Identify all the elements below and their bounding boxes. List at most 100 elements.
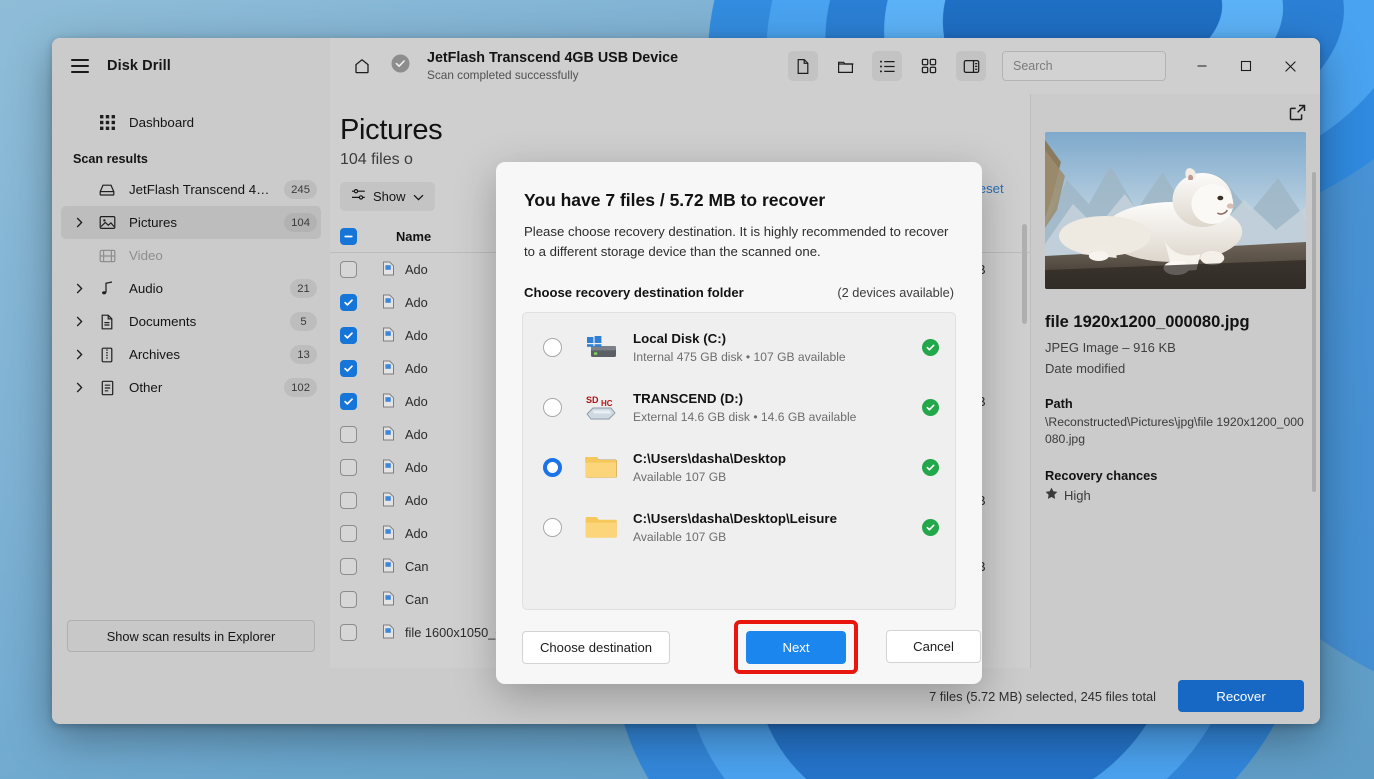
chevron-right-icon[interactable] (73, 283, 85, 294)
destination-radio[interactable] (543, 397, 562, 417)
sidebar-item-count: 102 (284, 378, 317, 397)
title-bar-right: JetFlash Transcend 4GB USB Device Scan c… (330, 38, 1320, 94)
row-checkbox[interactable] (340, 459, 357, 476)
sidebar-item-count: 13 (290, 345, 317, 364)
row-checkbox[interactable] (340, 360, 357, 377)
sidebar-item-other[interactable]: Other 102 (61, 371, 321, 404)
chevron-right-icon[interactable] (73, 217, 85, 228)
table-scrollbar[interactable] (1022, 224, 1027, 324)
svg-text:SD: SD (586, 395, 599, 405)
recover-button[interactable]: Recover (1178, 680, 1304, 712)
file-view-icon[interactable] (788, 51, 818, 81)
destination-radio[interactable] (543, 457, 562, 477)
row-checkbox[interactable] (340, 525, 357, 542)
cancel-button[interactable]: Cancel (886, 630, 981, 663)
row-checkbox[interactable] (340, 591, 357, 608)
close-button[interactable] (1268, 47, 1312, 85)
sidebar-item-archives[interactable]: Archives 13 (61, 338, 321, 371)
check-circle-green-icon (922, 398, 939, 416)
destination-row-leisure[interactable]: C:\Users\dasha\Desktop\Leisure Available… (523, 497, 955, 557)
preview-pane-icon[interactable] (956, 51, 986, 81)
sidebar-item-count: 104 (284, 213, 317, 232)
sidebar-item-label: Archives (129, 347, 180, 362)
sidebar-item-pictures[interactable]: Pictures 104 (61, 206, 321, 239)
destination-row-local-disk[interactable]: Local Disk (C:) Internal 475 GB disk • 1… (523, 317, 955, 377)
sidebar-item-count: 245 (284, 180, 317, 199)
destination-sub: Available 107 GB (633, 470, 727, 484)
choose-destination-button[interactable]: Choose destination (522, 630, 670, 664)
row-checkbox-cell (340, 426, 378, 443)
row-checkbox[interactable] (340, 294, 357, 311)
file-name: Ado (405, 262, 428, 277)
file-name: Ado (405, 460, 428, 475)
sidebar-item-label: Documents (129, 314, 197, 329)
search-box[interactable] (1002, 51, 1174, 81)
chevron-right-icon[interactable] (73, 316, 85, 327)
preview-date-modified: Date modified (1045, 361, 1126, 376)
row-checkbox[interactable] (340, 492, 357, 509)
check-circle-icon (391, 54, 410, 78)
chevron-right-icon[interactable] (73, 349, 85, 360)
destination-radio[interactable] (543, 517, 562, 537)
jpeg-file-icon (382, 294, 395, 312)
window-controls (1180, 47, 1312, 85)
select-all-checkbox[interactable] (340, 227, 357, 245)
list-view-icon[interactable] (872, 51, 902, 81)
maximize-button[interactable] (1224, 47, 1268, 85)
folder-icon (581, 514, 621, 540)
search-input[interactable] (1013, 59, 1174, 73)
destination-radio[interactable] (543, 337, 562, 357)
jpeg-file-icon (382, 261, 395, 279)
chevron-down-icon (413, 189, 424, 204)
grid-view-icon[interactable] (914, 51, 944, 81)
row-checkbox[interactable] (340, 624, 357, 641)
title-bar: Disk Drill JetFlash Transcend 4GB USB De… (52, 38, 1320, 94)
destination-sub: Available 107 GB (633, 530, 727, 544)
scan-results-header: Scan results (73, 152, 148, 166)
row-checkbox[interactable] (340, 261, 357, 278)
sidebar-item-audio[interactable]: Audio 21 (61, 272, 321, 305)
open-external-icon[interactable] (1289, 104, 1306, 126)
preview-image[interactable] (1045, 132, 1306, 289)
sidebar-item-dashboard[interactable]: Dashboard (61, 106, 321, 139)
sidebar-item-label: Pictures (129, 215, 178, 230)
file-name: Ado (405, 493, 428, 508)
sidebar-item-documents[interactable]: Documents 5 (61, 305, 321, 338)
view-toolbar (788, 51, 986, 81)
row-checkbox[interactable] (340, 558, 357, 575)
row-checkbox-cell (340, 492, 378, 509)
hamburger-icon[interactable] (71, 59, 89, 73)
preview-toolbar (1045, 104, 1306, 126)
row-checkbox[interactable] (340, 327, 357, 344)
check-circle-green-icon (922, 518, 939, 536)
dialog-description: Please choose recovery destination. It i… (524, 224, 949, 259)
destination-row-transcend[interactable]: SD HC TRANSCEND (D:) External 14.6 GB di… (523, 377, 955, 437)
sidebar-item-count: 5 (290, 312, 317, 331)
file-name: Can (405, 559, 429, 574)
sidebar-item-video[interactable]: Video (61, 239, 321, 272)
folder-icon (581, 454, 621, 480)
home-icon[interactable] (348, 52, 376, 80)
destination-row-desktop[interactable]: C:\Users\dasha\Desktop Available 107 GB (523, 437, 955, 497)
preview-scrollbar[interactable] (1312, 172, 1316, 492)
show-filter-button[interactable]: Show (340, 181, 435, 211)
other-icon (97, 380, 117, 396)
row-checkbox-cell (340, 360, 378, 377)
file-name: Ado (405, 328, 428, 343)
page-header: Pictures 104 files o (330, 94, 1030, 169)
next-button[interactable]: Next (746, 630, 846, 664)
folder-view-icon[interactable] (830, 51, 860, 81)
row-checkbox[interactable] (340, 426, 357, 443)
page-title: Pictures (340, 114, 443, 146)
sliders-icon (351, 188, 366, 204)
sdhc-card-icon: SD HC (581, 392, 621, 422)
file-name: Ado (405, 526, 428, 541)
windows-drive-icon (581, 333, 621, 361)
row-checkbox[interactable] (340, 393, 357, 410)
sidebar-item-label: JetFlash Transcend 4GB... (129, 182, 273, 197)
minimize-button[interactable] (1180, 47, 1224, 85)
chevron-right-icon[interactable] (73, 382, 85, 393)
dialog-footer: Choose destination Next Cancel (496, 610, 982, 684)
show-scan-results-in-explorer-button[interactable]: Show scan results in Explorer (67, 620, 315, 652)
sidebar-item-jetflash[interactable]: JetFlash Transcend 4GB... 245 (61, 173, 321, 206)
